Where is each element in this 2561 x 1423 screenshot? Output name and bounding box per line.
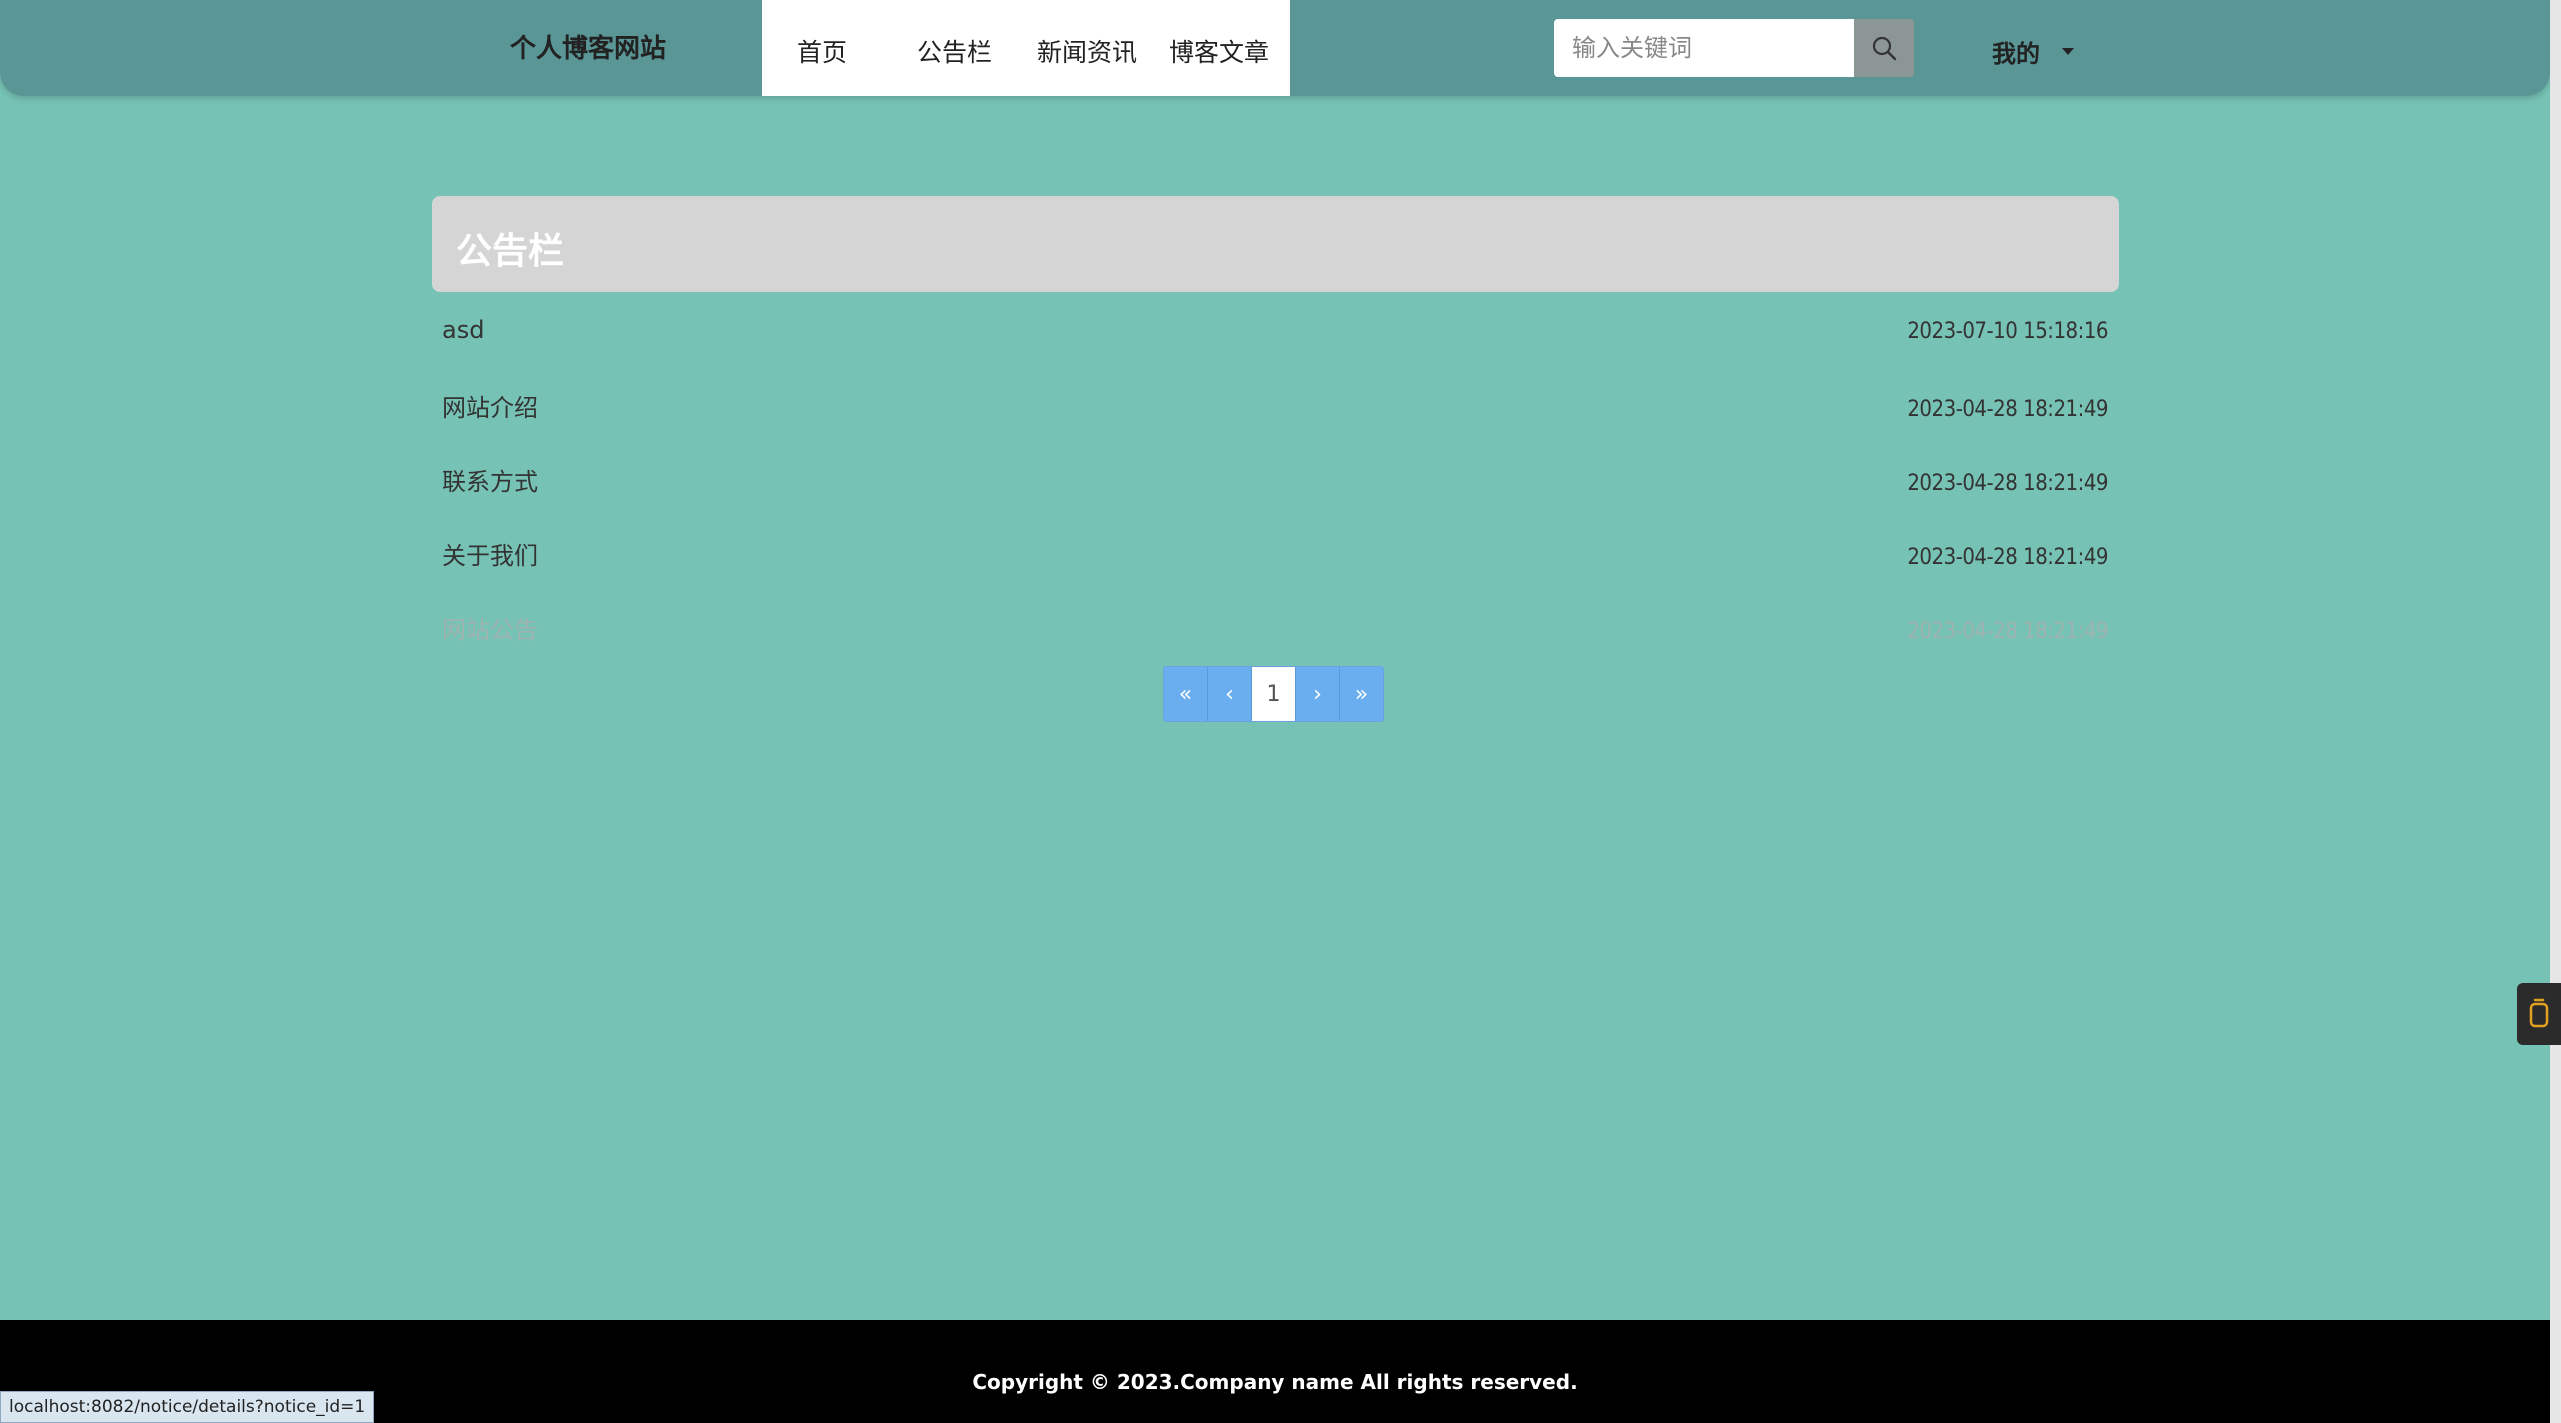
notice-time: 2023-04-28 18:21:49: [1907, 545, 2108, 570]
first-page-button[interactable]: «: [1164, 667, 1208, 721]
notice-title[interactable]: 关于我们: [442, 536, 538, 571]
user-menu-label: 我的: [1992, 40, 2040, 68]
footer: Copyright © 2023.Company name All rights…: [0, 1320, 2550, 1423]
current-page-button[interactable]: 1: [1252, 667, 1296, 721]
chevron-down-icon: [2062, 48, 2074, 55]
user-menu-dropdown[interactable]: 我的: [1992, 34, 2074, 69]
copyright-text: Copyright © 2023.Company name All rights…: [972, 1370, 1578, 1394]
last-page-button[interactable]: »: [1340, 667, 1383, 721]
notice-title[interactable]: 联系方式: [442, 462, 538, 497]
notice-time: 2023-07-10 15:18:16: [1907, 319, 2108, 344]
search-input[interactable]: [1554, 19, 1854, 77]
next-page-button[interactable]: ›: [1296, 667, 1340, 721]
notice-title[interactable]: asd: [442, 316, 484, 344]
nav-item-home[interactable]: 首页: [797, 33, 847, 69]
nav-item-blog[interactable]: 博客文章: [1169, 33, 1269, 69]
notice-time: 2023-04-28 18:21:49: [1907, 397, 2108, 422]
notice-row[interactable]: 网站介绍 2023-04-28 18:21:49: [442, 388, 2108, 423]
notice-row[interactable]: 联系方式 2023-04-28 18:21:49: [442, 462, 2108, 497]
search-button[interactable]: [1854, 19, 1914, 77]
notice-title[interactable]: 网站公告: [442, 610, 538, 645]
status-url-bar: localhost:8082/notice/details?notice_id=…: [0, 1391, 375, 1423]
scrollbar[interactable]: [2550, 0, 2561, 1423]
prev-page-button[interactable]: ‹: [1208, 667, 1252, 721]
pagination: « ‹ 1 › »: [1163, 666, 1384, 722]
side-widget-icon: [2529, 998, 2549, 1028]
notice-row[interactable]: 关于我们 2023-04-28 18:21:49: [442, 536, 2108, 571]
nav-item-notice[interactable]: 公告栏: [917, 33, 992, 69]
nav-item-news[interactable]: 新闻资讯: [1037, 33, 1137, 69]
search-icon: [1872, 36, 1897, 61]
side-widget-button[interactable]: [2517, 983, 2561, 1045]
notice-time: 2023-04-28 18:21:49: [1907, 471, 2108, 496]
page-title: 公告栏: [456, 231, 565, 272]
notice-row[interactable]: 网站公告 2023-04-28 18:21:49: [442, 610, 2108, 645]
site-brand[interactable]: 个人博客网站: [510, 28, 666, 65]
nav-menu: 首页 公告栏 新闻资讯 博客文章: [762, 0, 1290, 96]
notice-time: 2023-04-28 18:21:49: [1907, 619, 2108, 644]
notice-title[interactable]: 网站介绍: [442, 388, 538, 423]
top-navbar: 个人博客网站 首页 公告栏 新闻资讯 博客文章 我的: [0, 0, 2550, 96]
panel-header: 公告栏: [432, 196, 2119, 292]
notice-row[interactable]: asd 2023-07-10 15:18:16: [442, 316, 2108, 344]
